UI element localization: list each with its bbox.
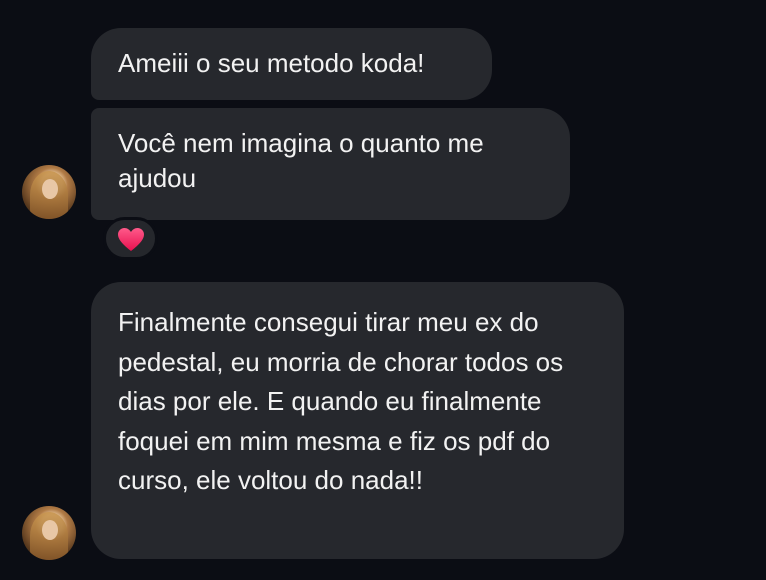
avatar-face (42, 179, 58, 199)
avatar[interactable] (22, 165, 76, 219)
message-bubble[interactable]: Finalmente consegui tirar meu ex do pede… (91, 282, 624, 559)
message-text: Você nem imagina o quanto me ajudou (118, 128, 484, 193)
avatar-face (42, 520, 58, 540)
message-text: Finalmente consegui tirar meu ex do pede… (118, 307, 564, 495)
chat-thread: Ameiii o seu metodo koda! Você nem imagi… (0, 0, 766, 580)
heart-icon (118, 228, 144, 251)
avatar[interactable] (22, 506, 76, 560)
reaction-badge[interactable] (103, 217, 158, 260)
message-bubble[interactable]: Ameiii o seu metodo koda! (91, 28, 492, 100)
message-bubble[interactable]: Você nem imagina o quanto me ajudou (91, 108, 570, 220)
message-text: Ameiii o seu metodo koda! (118, 48, 425, 78)
